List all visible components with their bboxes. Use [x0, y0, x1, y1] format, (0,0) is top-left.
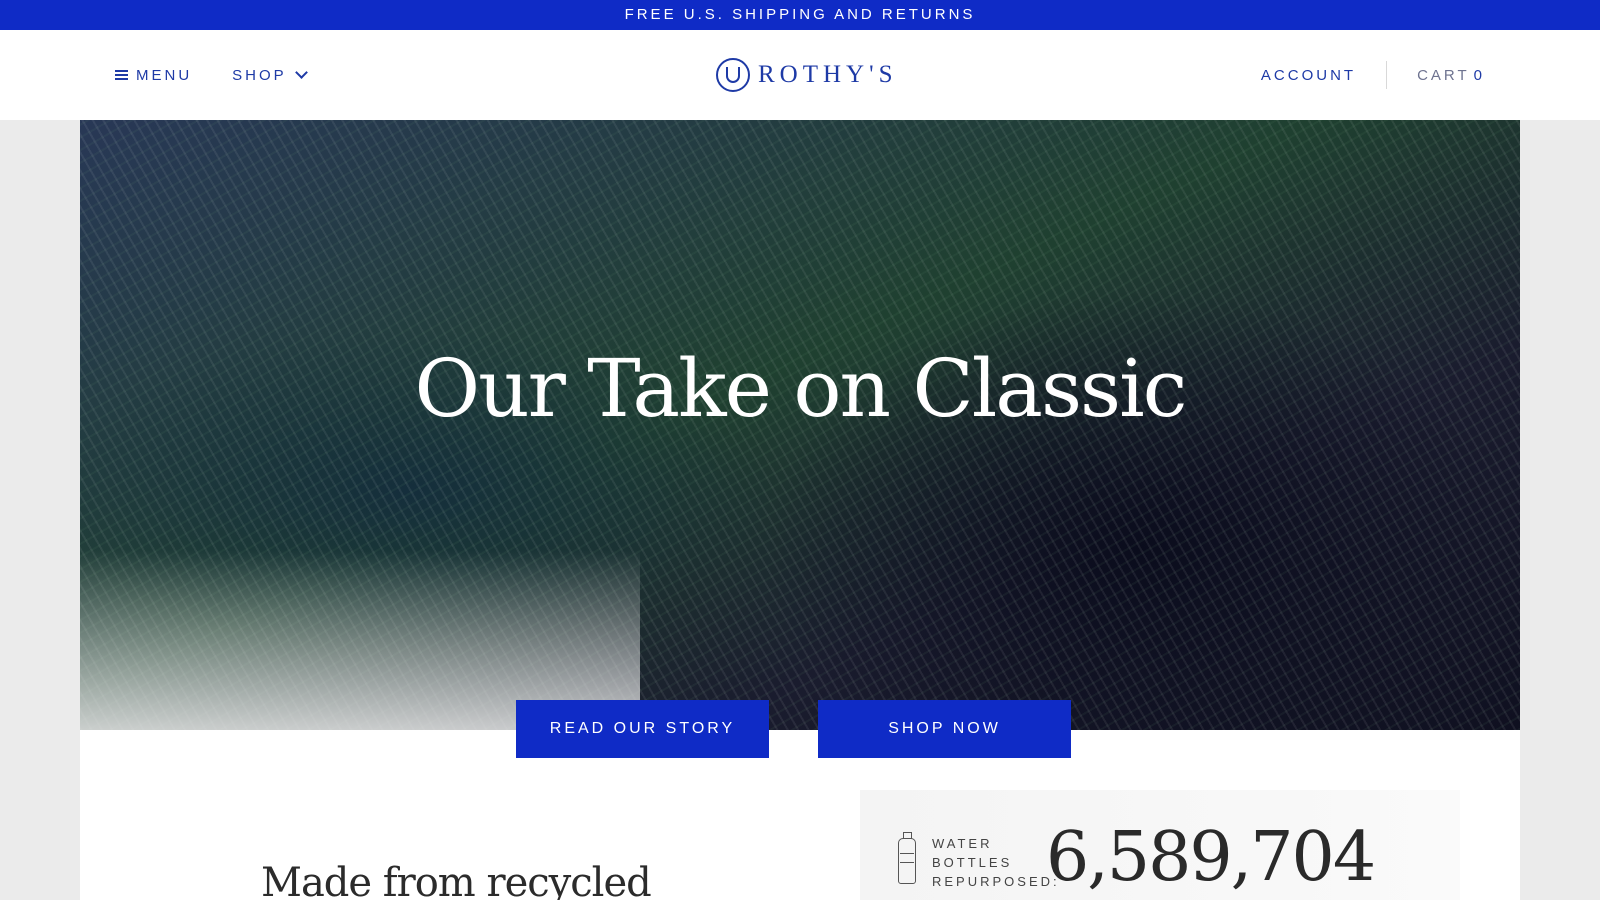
shop-label: SHOP [232, 66, 287, 84]
logo-text: ROTHY'S [758, 61, 898, 88]
menu-button[interactable]: MENU [115, 67, 192, 84]
stat-label-line: BOTTLES [932, 855, 1013, 870]
chevron-down-icon [294, 66, 308, 79]
top-nav: MENU SHOP ROTHY'S ACCOUNT CART 0 [0, 30, 1600, 120]
shop-now-button[interactable]: SHOP NOW [818, 700, 1071, 758]
recycled-heading: Made from recycled [261, 860, 652, 900]
nav-right: ACCOUNT CART 0 [1261, 30, 1485, 120]
water-bottle-icon [898, 832, 916, 884]
logo-icon [716, 58, 750, 92]
stat-label-line: REPURPOSED: [932, 874, 1060, 889]
brand-logo[interactable]: ROTHY'S [716, 30, 898, 120]
nav-left: MENU SHOP [115, 30, 308, 120]
bottles-stat-panel: WATER BOTTLES REPURPOSED: 6,589,704 [860, 790, 1460, 900]
cart-link[interactable]: CART 0 [1387, 67, 1485, 84]
stat-label-line: WATER [932, 836, 993, 851]
promo-banner: FREE U.S. SHIPPING AND RETURNS [0, 0, 1600, 30]
hamburger-icon [115, 70, 128, 80]
stat-label: WATER BOTTLES REPURPOSED: [932, 834, 1060, 891]
hero-image: Our Take on Classic [80, 120, 1520, 730]
account-link[interactable]: ACCOUNT [1261, 67, 1386, 84]
menu-label: MENU [136, 66, 193, 84]
cart-count: 0 [1473, 66, 1485, 84]
bottles-count: 6,589,704 [1046, 818, 1376, 897]
cart-label: CART [1417, 66, 1470, 84]
hero-title: Our Take on Classic [414, 342, 1188, 435]
shop-dropdown[interactable]: SHOP [232, 66, 308, 84]
read-our-story-button[interactable]: READ OUR STORY [516, 700, 769, 758]
